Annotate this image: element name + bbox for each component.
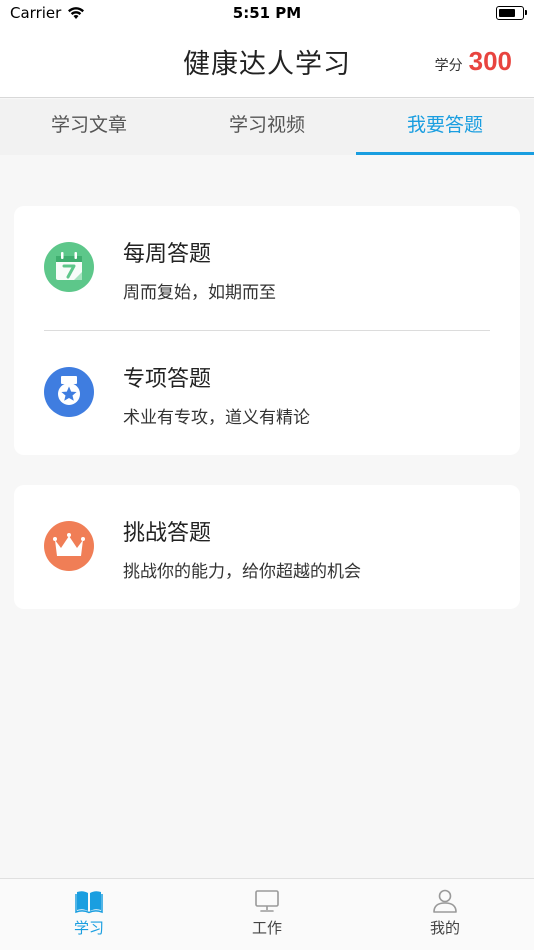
battery-icon (496, 6, 527, 20)
status-time: 5:51 PM (232, 4, 302, 22)
challenge-quiz-subtitle: 挑战你的能力，给你超越的机会 (123, 562, 361, 582)
challenge-quiz-item[interactable]: 挑战答题 挑战你的能力，给你超越的机会 (14, 485, 520, 609)
special-quiz-subtitle: 术业有专攻，道义有精论 (123, 408, 310, 428)
special-quiz-title: 专项答题 (123, 367, 212, 392)
person-icon (433, 889, 457, 913)
bottom-tab-study-label: 学习 (73, 919, 104, 937)
score-display: 学分 300 (435, 46, 512, 77)
bottom-tab-mine-label: 我的 (429, 919, 460, 937)
medal-star-icon (44, 367, 94, 417)
bottom-tab-mine[interactable]: 我的 (356, 879, 534, 950)
bottom-tab-study[interactable]: 学习 (0, 879, 178, 950)
tab-quiz[interactable]: 我要答题 (356, 99, 534, 155)
calendar-icon (44, 242, 94, 292)
weekly-quiz-item[interactable]: 每周答题 周而复始，如期而至 (14, 206, 520, 330)
monitor-icon (255, 890, 279, 912)
score-label: 学分 (434, 58, 463, 74)
bottom-tab-work[interactable]: 工作 (178, 879, 356, 950)
weekly-quiz-title: 每周答题 (123, 242, 212, 267)
status-bar: Carrier 5:51 PM (0, 0, 534, 28)
special-quiz-item[interactable]: 专项答题 术业有专攻，道义有精论 (14, 331, 520, 455)
challenge-quiz-title: 挑战答题 (123, 521, 212, 546)
top-tabs: 学习文章 学习视频 我要答题 (0, 99, 534, 155)
score-value: 300 (468, 46, 512, 76)
crown-icon (44, 521, 94, 571)
quiz-card-group: 每周答题 周而复始，如期而至 专项答题 术业有专攻，道义有精论 (14, 206, 520, 455)
tab-videos[interactable]: 学习视频 (178, 99, 356, 155)
challenge-quiz-card: 挑战答题 挑战你的能力，给你超越的机会 (14, 485, 520, 609)
bottom-tab-bar: 学习 工作 我的 (0, 878, 534, 950)
weekly-quiz-subtitle: 周而复始，如期而至 (123, 283, 276, 303)
bottom-tab-work-label: 工作 (251, 919, 282, 937)
book-icon (75, 891, 103, 914)
nav-bar: 健康达人学习 学分 300 (0, 28, 534, 98)
tab-articles[interactable]: 学习文章 (0, 99, 178, 155)
